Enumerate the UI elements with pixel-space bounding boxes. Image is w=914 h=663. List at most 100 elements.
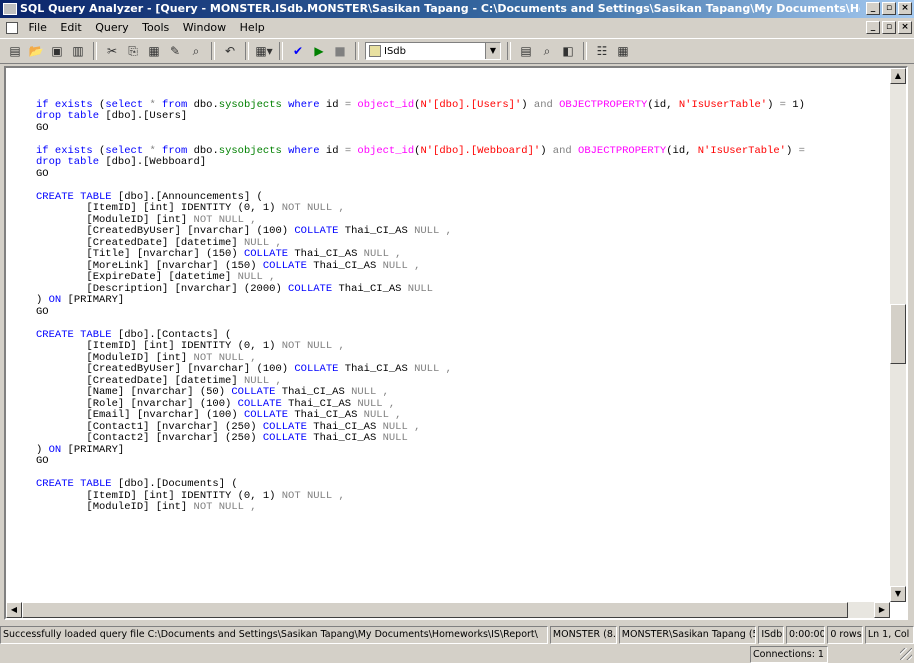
properties-icon[interactable]: ☷ <box>593 42 611 60</box>
clear-window-icon[interactable]: ✎ <box>166 42 184 60</box>
code-token: NULL , <box>243 236 282 249</box>
resize-grip-icon[interactable] <box>900 648 912 660</box>
vertical-scroll-thumb[interactable] <box>890 304 906 364</box>
doc-restore-button[interactable]: ▫ <box>882 21 896 34</box>
code-token: = <box>344 144 358 157</box>
code-line[interactable]: GO <box>36 167 898 181</box>
find-icon[interactable]: ⌕ <box>187 42 205 60</box>
code-token: [ExpireDate] [datetime] <box>36 271 238 283</box>
code-line[interactable]: ) ON [PRIMARY] <box>36 294 898 307</box>
code-token: Thai_CI_AS <box>288 397 358 410</box>
menu-query[interactable]: Query <box>90 19 133 37</box>
database-select[interactable]: ISdb ▼ <box>365 42 501 60</box>
code-line[interactable]: [Contact2] [nvarchar] (250) COLLATE Thai… <box>36 432 898 445</box>
code-line[interactable]: drop table [dbo].[Webboard] <box>36 156 898 169</box>
code-token: [dbo].[Users] <box>105 110 188 122</box>
status-position: Ln 1, Col 1 <box>864 626 914 644</box>
code-token: ON <box>48 443 68 456</box>
scroll-left-icon[interactable]: ◀ <box>6 602 22 618</box>
code-line[interactable]: GO <box>36 122 898 135</box>
code-line[interactable]: [Description] [nvarchar] (2000) COLLATE … <box>36 282 898 296</box>
status-message: Successfully loaded query file C:\Docume… <box>0 626 548 644</box>
code-token: [dbo].[Webboard] <box>105 156 207 168</box>
code-token: [Name] [nvarchar] (50) <box>36 386 232 398</box>
code-token: N'[dbo].[Users]' <box>420 98 522 111</box>
menu-help[interactable]: Help <box>235 19 270 37</box>
code-token: if exists <box>36 98 100 111</box>
new-query-icon[interactable]: ▤ <box>6 42 24 60</box>
save-icon[interactable]: ▣ <box>48 42 66 60</box>
code-token: CREATE TABLE <box>36 478 118 490</box>
vertical-scrollbar[interactable]: ▲ ▼ <box>890 68 906 602</box>
menu-tools[interactable]: Tools <box>137 19 174 37</box>
code-token: where <box>288 98 326 111</box>
code-token: NOT NULL , <box>193 213 257 226</box>
code-line[interactable]: [ModuleID] [int] NOT NULL , <box>36 501 898 514</box>
code-line[interactable]: GO <box>36 306 898 319</box>
results-mode-icon[interactable]: ▦▾ <box>255 42 273 60</box>
code-token: where <box>288 144 326 157</box>
code-token: COLLATE <box>294 225 345 237</box>
menu-edit[interactable]: Edit <box>55 19 86 37</box>
doc-minimize-button[interactable]: _ <box>866 21 880 34</box>
parse-icon[interactable]: ✔ <box>289 42 307 60</box>
code-token: N'IsUserTable' <box>697 144 786 157</box>
horizontal-scrollbar[interactable]: ◀ ▶ <box>6 602 890 618</box>
code-token: [ItemID] [int] IDENTITY (0, 1) <box>36 489 282 502</box>
code-token: ) <box>785 144 799 157</box>
code-token: GO <box>36 167 49 180</box>
code-token: [CreatedDate] [datetime] <box>36 236 244 249</box>
code-token: NOT NULL , <box>281 489 345 502</box>
chevron-down-icon[interactable]: ▼ <box>485 43 500 59</box>
code-token: COLLATE <box>294 363 345 375</box>
scroll-down-icon[interactable]: ▼ <box>890 586 906 602</box>
code-token: Thai_CI_AS <box>294 409 364 421</box>
menu-file[interactable]: File <box>24 19 52 37</box>
horizontal-scroll-thumb[interactable] <box>22 602 848 618</box>
code-token: Thai_CI_AS <box>281 386 352 398</box>
code-line[interactable]: GO <box>36 455 898 468</box>
code-token: COLLATE <box>243 248 295 260</box>
code-token: NULL <box>407 282 433 295</box>
code-token: Thai_CI_AS <box>313 432 383 444</box>
sql-query-analyzer-window: SQL Query Analyzer - [Query - MONSTER.IS… <box>0 0 914 663</box>
menu-window[interactable]: Window <box>178 19 231 37</box>
object-browser-icon[interactable]: ▤ <box>517 42 535 60</box>
code-token: [MoreLink] [nvarchar] (150) <box>36 259 263 272</box>
execute-icon[interactable]: ▶ <box>310 42 328 60</box>
show-plan-icon[interactable]: ◧ <box>559 42 577 60</box>
query-text[interactable]: if exists (select * from dbo.sysobjects … <box>36 88 898 604</box>
code-token: select <box>105 144 150 157</box>
close-button[interactable]: × <box>898 2 912 15</box>
code-token: ON <box>48 294 68 306</box>
cut-icon[interactable]: ✂ <box>103 42 121 60</box>
code-token: [CreatedDate] [datetime] <box>36 374 244 387</box>
restore-button[interactable]: ▫ <box>882 2 896 15</box>
grid-icon[interactable]: ▦ <box>614 42 632 60</box>
document-icon[interactable] <box>6 22 18 34</box>
code-token: * <box>149 144 163 157</box>
undo-icon[interactable]: ↶ <box>221 42 239 60</box>
open-icon[interactable]: 📂 <box>27 42 45 60</box>
database-select-value: ISdb <box>384 45 406 57</box>
scroll-up-icon[interactable]: ▲ <box>890 68 906 84</box>
menu-bar: File Edit Query Tools Window Help _ ▫ × <box>0 19 914 37</box>
minimize-button[interactable]: _ <box>866 2 880 15</box>
code-line[interactable]: ) ON [PRIMARY] <box>36 443 898 457</box>
code-token: [Contact1] [nvarchar] (250) <box>36 420 263 433</box>
code-token: dbo. <box>193 98 219 111</box>
doc-close-button[interactable]: × <box>898 21 912 34</box>
cancel-icon[interactable]: ■ <box>331 42 349 60</box>
code-token: [dbo].[Announcements] ( <box>117 190 263 203</box>
object-search-icon[interactable]: ⌕ <box>538 42 556 60</box>
query-editor[interactable]: if exists (select * from dbo.sysobjects … <box>4 66 908 620</box>
code-token: and <box>552 144 579 157</box>
code-token: [Contact2] [nvarchar] (250) <box>36 432 263 444</box>
code-line[interactable]: drop table [dbo].[Users] <box>36 110 898 123</box>
copy-icon[interactable]: ⎘ <box>124 42 142 60</box>
paste-icon[interactable]: ▦ <box>145 42 163 60</box>
status-time: 0:00:00 <box>785 626 826 644</box>
code-token: 1) <box>792 98 805 111</box>
insert-template-icon[interactable]: ▥ <box>69 42 87 60</box>
scroll-right-icon[interactable]: ▶ <box>874 602 890 618</box>
